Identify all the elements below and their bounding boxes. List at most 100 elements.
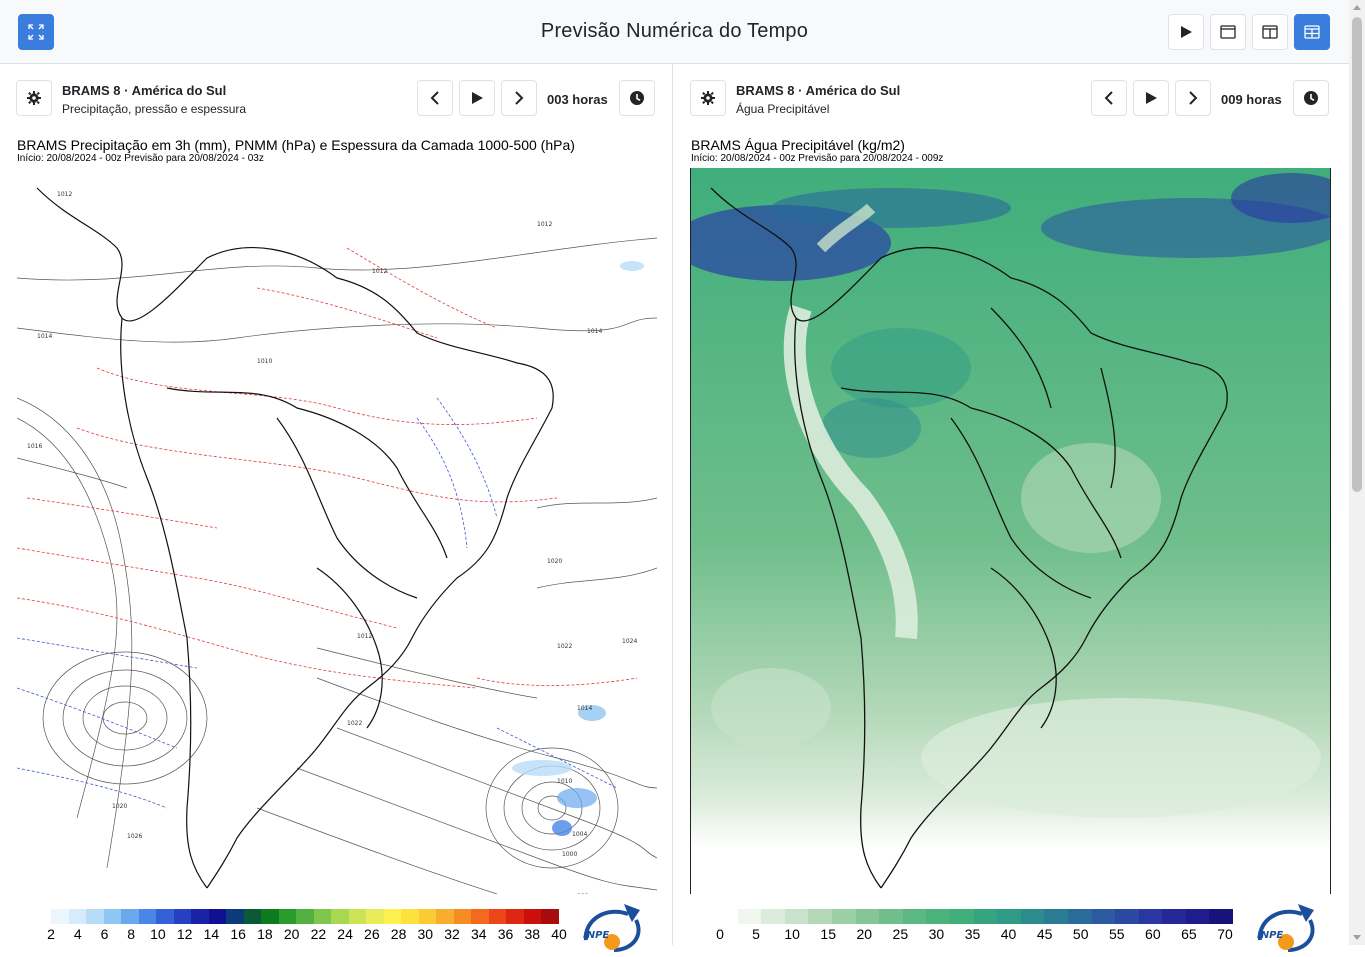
colorbar-swatch — [761, 909, 785, 924]
page-scrollbar[interactable] — [1349, 0, 1365, 945]
colorbar-tick-label: 65 — [1181, 926, 1197, 942]
map-title: BRAMS Água Precipitável (kg/m2) — [691, 137, 905, 153]
scroll-thumb[interactable] — [1352, 17, 1362, 492]
chevron-right-icon — [1189, 91, 1198, 105]
svg-text:998: 998 — [577, 893, 589, 894]
svg-text:1026: 1026 — [127, 833, 142, 840]
colorbar-swatch — [808, 909, 832, 924]
svg-text:1012: 1012 — [357, 633, 372, 640]
colorbar-tick-label: 60 — [1145, 926, 1161, 942]
svg-text:1012: 1012 — [57, 191, 72, 198]
colorbar-swatch — [879, 909, 903, 924]
product-description: Água Precipitável — [736, 102, 830, 116]
time-select-button[interactable] — [619, 80, 655, 116]
colorbar-swatch — [156, 909, 174, 924]
precipitation-colorbar — [51, 909, 559, 924]
product-description: Precipitação, pressão e espessura — [62, 102, 247, 116]
svg-text:1014: 1014 — [577, 705, 592, 712]
play-button[interactable] — [1133, 80, 1169, 116]
gear-icon — [27, 91, 41, 105]
clock-icon — [630, 91, 644, 105]
colorbar-tick-label: 32 — [444, 926, 460, 942]
inpe-logo: INPE — [1252, 900, 1328, 952]
svg-text:1016: 1016 — [27, 443, 42, 450]
split-layout-icon — [1262, 25, 1278, 39]
svg-text:1010: 1010 — [257, 358, 272, 365]
colorbar-swatch — [973, 909, 998, 924]
colorbar-swatch — [261, 909, 279, 924]
logo-text: INPE — [1257, 930, 1283, 941]
colorbar-tick-label: 70 — [1217, 926, 1233, 942]
forecast-panel-left: BRAMS 8 · América do Sul Precipitação, p… — [0, 64, 673, 952]
scroll-up-icon[interactable] — [1353, 5, 1361, 10]
colorbar-swatch — [1138, 909, 1163, 924]
colorbar-tick-label: 8 — [127, 926, 136, 942]
map-subtitle: Início: 20/08/2024 - 00z Previsão para 2… — [17, 153, 264, 164]
gear-icon — [701, 91, 715, 105]
colorbar-swatch — [243, 909, 262, 924]
layout-split-button[interactable] — [1252, 14, 1288, 50]
colorbar-swatch — [1209, 909, 1234, 924]
forecast-map — [690, 168, 1331, 894]
colorbar-ticks: 0 5 10 15 20 25 30 35 40 45 50 55 60 65 70 — [716, 926, 1233, 944]
play-icon — [472, 92, 483, 104]
time-select-button[interactable] — [1293, 80, 1329, 116]
colorbar-swatch — [949, 909, 974, 924]
precipitation-pressure-map: 1012 1012 1012 1014 1014 1010 1016 1020 1022 1… — [17, 187, 657, 894]
model-name: BRAMS 8 · América do Sul — [736, 83, 901, 98]
svg-text:1022: 1022 — [557, 643, 572, 650]
colorbar-swatch — [541, 909, 559, 924]
colorbar-tick-label: 16 — [230, 926, 246, 942]
panel-toolbar: BRAMS 8 · América do Sul Água Precipitáv… — [674, 64, 1349, 134]
colorbar-tick-label: 10 — [784, 926, 800, 942]
grid-layout-icon — [1304, 25, 1320, 39]
colorbar-swatch — [226, 909, 244, 924]
colorbar-tick-label: 15 — [820, 926, 836, 942]
colorbar-swatch — [86, 909, 104, 924]
forecast-hour-label: 009 horas — [1221, 92, 1282, 107]
colorbar-swatch — [488, 909, 507, 924]
colorbar-swatch — [997, 909, 1021, 924]
colorbar-tick-label: 28 — [390, 926, 407, 942]
forecast-hour-label: 003 horas — [547, 92, 608, 107]
page-title: Previsão Numérica do Tempo — [540, 20, 809, 42]
colorbar-swatch — [103, 909, 122, 924]
colorbar-tick-label: 55 — [1108, 926, 1125, 942]
colorbar-swatch — [436, 909, 454, 924]
colorbar-tick-label: 24 — [337, 926, 353, 942]
clock-icon — [1304, 91, 1318, 105]
colorbar-tick-label: 45 — [1036, 926, 1053, 942]
colorbar-tick-label: 14 — [203, 926, 220, 942]
colorbar-swatch — [296, 909, 314, 924]
layout-grid-button[interactable] — [1294, 14, 1330, 50]
play-all-button[interactable] — [1168, 14, 1204, 50]
colorbar-tick-label: 30 — [417, 926, 434, 942]
colorbar-swatch — [523, 909, 542, 924]
svg-text:1012: 1012 — [372, 268, 387, 275]
forecast-map: 1012 1012 1012 1014 1014 1010 1016 1020 1022 1… — [17, 168, 657, 894]
colorbar-tick-label: 26 — [364, 926, 380, 942]
colorbar-swatch — [401, 909, 419, 924]
colorbar-swatch — [784, 909, 809, 924]
colorbar-tick-label: 18 — [257, 926, 273, 942]
next-step-button[interactable] — [1175, 80, 1211, 116]
forecast-panel-right: BRAMS 8 · América do Sul Água Precipitáv… — [674, 64, 1349, 952]
layout-single-button[interactable] — [1210, 14, 1246, 50]
play-button[interactable] — [459, 80, 495, 116]
colorbar-swatch — [471, 909, 489, 924]
next-step-button[interactable] — [501, 80, 537, 116]
scroll-down-icon[interactable] — [1353, 935, 1361, 940]
previous-step-button[interactable] — [1091, 80, 1127, 116]
colorbar-tick-label: 38 — [524, 926, 541, 942]
colorbar-swatch — [714, 909, 738, 924]
settings-button[interactable] — [690, 80, 726, 116]
previous-step-button[interactable] — [417, 80, 453, 116]
colorbar-swatch — [1162, 909, 1186, 924]
settings-button[interactable] — [16, 80, 52, 116]
svg-text:1012: 1012 — [537, 221, 552, 228]
colorbar-swatch — [331, 909, 349, 924]
colorbar-swatch — [506, 909, 524, 924]
colorbar-swatch — [191, 909, 209, 924]
colorbar-swatch — [418, 909, 437, 924]
colorbar-ticks: 2 4 6 8 10 12 14 16 18 20 22 24 26 28 30 32 34 36 38 40 — [47, 926, 567, 944]
